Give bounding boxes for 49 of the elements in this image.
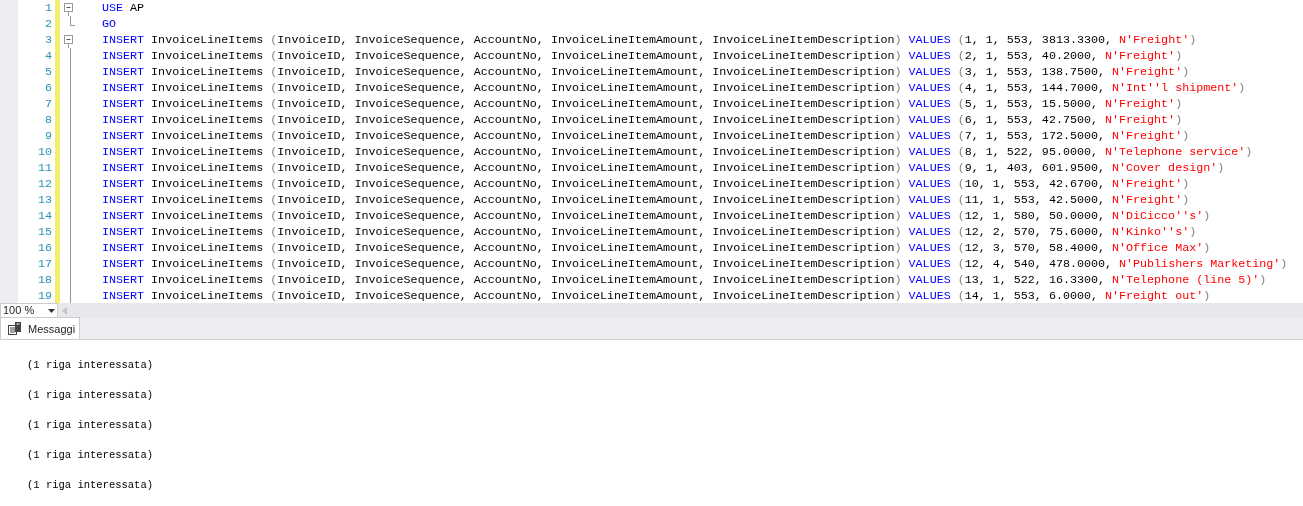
line-number: 6 bbox=[44, 80, 52, 96]
code-line: INSERT InvoiceLineItems (InvoiceID, InvoiceSequence, AccountNo, InvoiceLineItemAmount, InvoiceLineItemDescription) VALUES (12, 2, 570, 75.6000, N'Kinko''s') bbox=[102, 224, 1197, 240]
line-number: 8 bbox=[44, 112, 52, 128]
code-line: INSERT InvoiceLineItems (InvoiceID, InvoiceSequence, AccountNo, InvoiceLineItemAmount, InvoiceLineItemDescription) VALUES (3, 1, 553, 138.7500, N'Freight') bbox=[102, 64, 1190, 80]
line-number: 4 bbox=[44, 48, 52, 64]
collapse-icon[interactable] bbox=[64, 0, 73, 16]
line-number: 16 bbox=[36, 240, 52, 256]
code-line: INSERT InvoiceLineItems (InvoiceID, InvoiceSequence, AccountNo, InvoiceLineItemAmount, InvoiceLineItemDescription) VALUES (6, 1, 553, 42.7500, N'Freight') bbox=[102, 112, 1183, 128]
line-number: 19 bbox=[36, 288, 52, 303]
code-line: INSERT InvoiceLineItems (InvoiceID, InvoiceSequence, AccountNo, InvoiceLineItemAmount, InvoiceLineItemDescription) VALUES (4, 1, 553, 144.7000, N'Int''l shipment') bbox=[102, 80, 1246, 96]
line-number: 14 bbox=[36, 208, 52, 224]
line-number: 10 bbox=[36, 144, 52, 160]
line-number: 2 bbox=[44, 16, 52, 32]
code-line: INSERT InvoiceLineItems (InvoiceID, InvoiceSequence, AccountNo, InvoiceLineItemAmount, InvoiceLineItemDescription) VALUES (11, 1, 553, 42.5000, N'Freight') bbox=[102, 192, 1190, 208]
message-text: (1 riga interessata) bbox=[27, 388, 155, 402]
line-number: 17 bbox=[36, 256, 52, 272]
code-line: INSERT InvoiceLineItems (InvoiceID, InvoiceSequence, AccountNo, InvoiceLineItemAmount, InvoiceLineItemDescription) VALUES (5, 1, 553, 15.5000, N'Freight') bbox=[102, 96, 1183, 112]
messages-tab[interactable]: Messaggi bbox=[0, 317, 81, 339]
code-line: INSERT InvoiceLineItems (InvoiceID, InvoiceSequence, AccountNo, InvoiceLineItemAmount, InvoiceLineItemDescription) VALUES (7, 1, 553, 172.5000, N'Freight') bbox=[102, 128, 1190, 144]
line-number: 11 bbox=[36, 160, 52, 176]
code-line: INSERT InvoiceLineItems (InvoiceID, InvoiceSequence, AccountNo, InvoiceLineItemAmount, InvoiceLineItemDescription) VALUES (2, 1, 553, 40.2000, N'Freight') bbox=[102, 48, 1183, 64]
message-text: (1 riga interessata) bbox=[27, 418, 155, 432]
caret-icon bbox=[48, 308, 55, 313]
collapse-icon[interactable] bbox=[64, 32, 73, 48]
line-number: 18 bbox=[36, 272, 52, 288]
message-text: (1 riga interessata) bbox=[27, 478, 155, 492]
code-line: INSERT InvoiceLineItems (InvoiceID, InvoiceSequence, AccountNo, InvoiceLineItemAmount, InvoiceLineItemDescription) VALUES (1, 1, 553, 3813.3300, N'Freight') bbox=[102, 32, 1197, 48]
line-number: 12 bbox=[36, 176, 52, 192]
code-line: INSERT InvoiceLineItems (InvoiceID, InvoiceSequence, AccountNo, InvoiceLineItemAmount, InvoiceLineItemDescription) VALUES (14, 1, 553, 6.0000, N'Freight out') bbox=[102, 288, 1211, 303]
messages-icon bbox=[8, 322, 22, 335]
code-line: INSERT InvoiceLineItems (InvoiceID, InvoiceSequence, AccountNo, InvoiceLineItemAmount, InvoiceLineItemDescription) VALUES (8, 1, 522, 95.0000, N'Telephone service') bbox=[102, 144, 1253, 160]
code-line: INSERT InvoiceLineItems (InvoiceID, InvoiceSequence, AccountNo, InvoiceLineItemAmount, InvoiceLineItemDescription) VALUES (9, 1, 403, 601.9500, N'Cover design') bbox=[102, 160, 1225, 176]
line-number: 5 bbox=[44, 64, 52, 80]
line-number: 13 bbox=[36, 192, 52, 208]
code-line: INSERT InvoiceLineItems (InvoiceID, InvoiceSequence, AccountNo, InvoiceLineItemAmount, InvoiceLineItemDescription) VALUES (12, 4, 540, 478.0000, N'Publishers Marketing') bbox=[102, 256, 1288, 272]
line-number: 1 bbox=[44, 0, 52, 16]
code-line: INSERT InvoiceLineItems (InvoiceID, InvoiceSequence, AccountNo, InvoiceLineItemAmount, InvoiceLineItemDescription) VALUES (13, 1, 522, 16.3300, N'Telephone (line 5)') bbox=[102, 272, 1267, 288]
code-line: INSERT InvoiceLineItems (InvoiceID, InvoiceSequence, AccountNo, InvoiceLineItemAmount, InvoiceLineItemDescription) VALUES (10, 1, 553, 42.6700, N'Freight') bbox=[102, 176, 1190, 192]
code-line: USE AP bbox=[102, 0, 145, 16]
line-number: 15 bbox=[36, 224, 52, 240]
line-number: 9 bbox=[44, 128, 52, 144]
line-number: 3 bbox=[44, 32, 52, 48]
message-text: (1 riga interessata) bbox=[27, 358, 155, 372]
code-line: GO bbox=[102, 16, 117, 32]
fold-end-icon bbox=[70, 16, 75, 26]
code-line: INSERT InvoiceLineItems (InvoiceID, InvoiceSequence, AccountNo, InvoiceLineItemAmount, InvoiceLineItemDescription) VALUES (12, 1, 580, 50.0000, N'DiCicco''s') bbox=[102, 208, 1211, 224]
code-line: INSERT InvoiceLineItems (InvoiceID, InvoiceSequence, AccountNo, InvoiceLineItemAmount, InvoiceLineItemDescription) VALUES (12, 3, 570, 58.4000, N'Office Max') bbox=[102, 240, 1211, 256]
line-number: 7 bbox=[44, 96, 52, 112]
message-text: (1 riga interessata) bbox=[27, 448, 155, 462]
